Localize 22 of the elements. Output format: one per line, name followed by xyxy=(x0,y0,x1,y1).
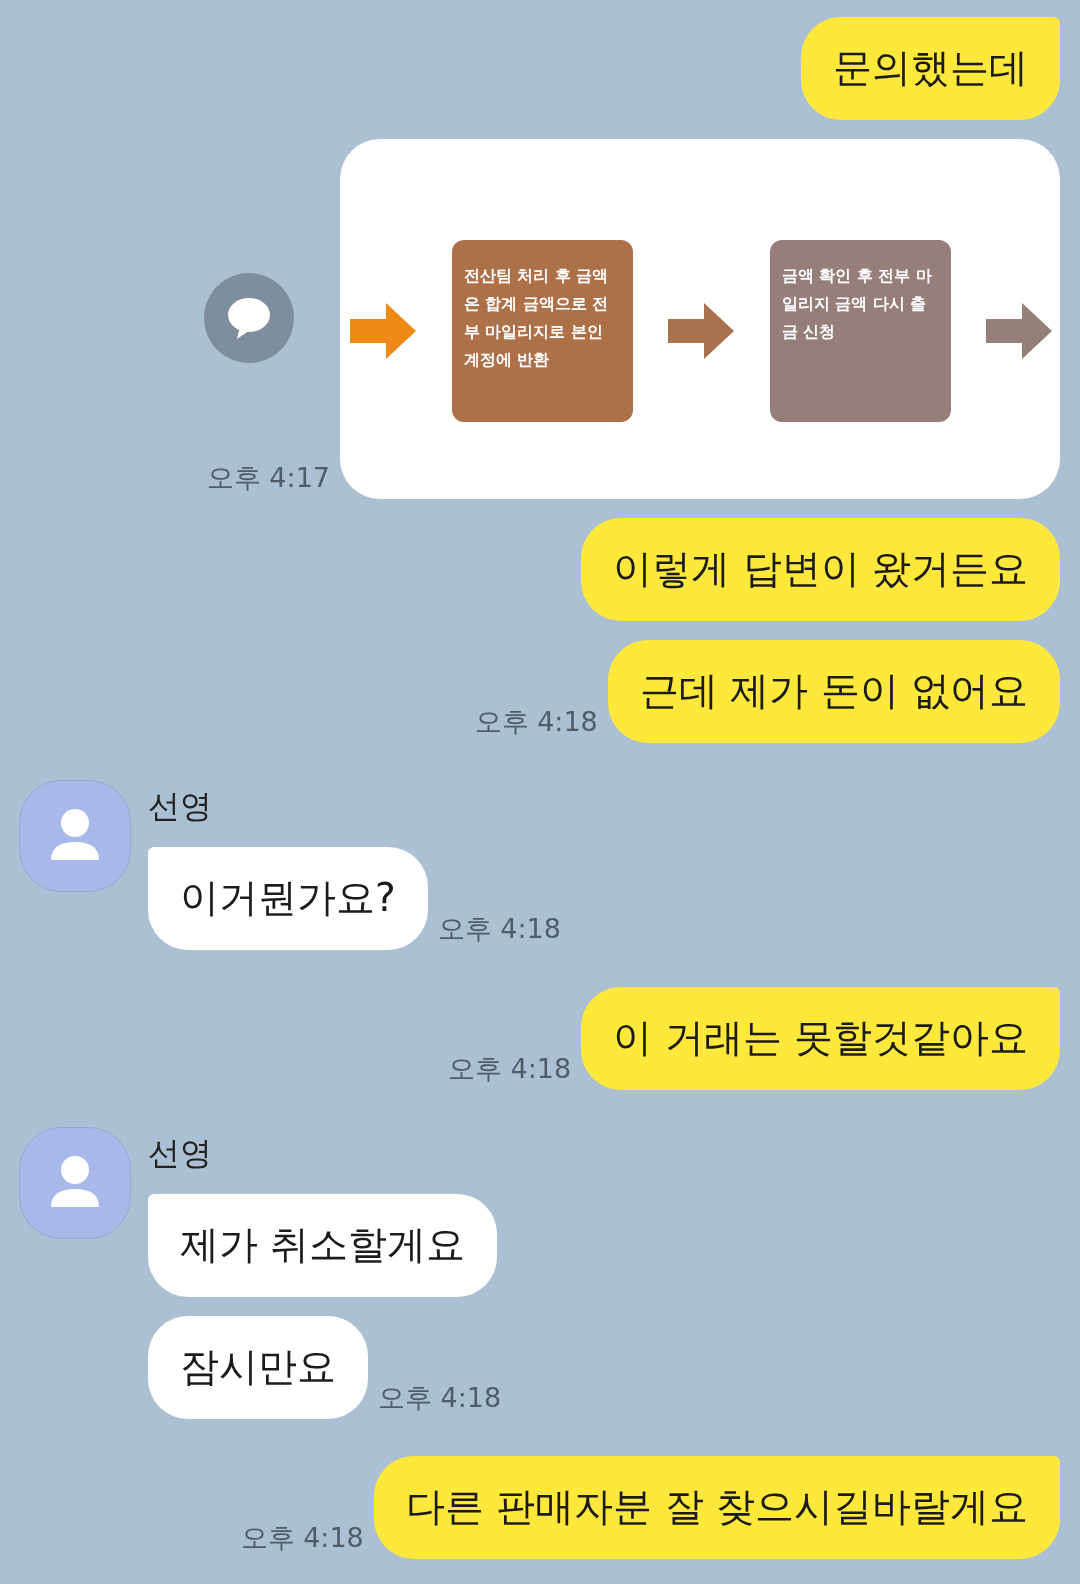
message-bubble: 잠시만요 xyxy=(148,1316,368,1419)
message-time: 오후 4:18 xyxy=(378,1381,502,1415)
message-time: 오후 4:17 xyxy=(206,461,330,495)
step-box: 전산팀 처리 후 금액은 합계 금액으로 전부 마일리지로 본인 계정에 반환 xyxy=(451,240,633,422)
message-time: 오후 4:18 xyxy=(474,705,598,739)
avatar[interactable] xyxy=(19,1127,131,1239)
message-time: 오후 4:18 xyxy=(448,1052,572,1086)
message-bubble: 제가 취소할게요 xyxy=(148,1194,498,1297)
sender-name: 선영 xyxy=(148,786,213,827)
message-bubble: 다른 판매자분 잘 찾으시길바랄게요 xyxy=(373,1456,1060,1559)
message-time: 오후 4:18 xyxy=(437,912,561,946)
avatar[interactable] xyxy=(19,780,131,892)
speech-bubble-button[interactable] xyxy=(204,273,294,363)
step-box: 금액 확인 후 전부 마일리지 금액 다시 출금 신청 xyxy=(769,240,951,422)
message-bubble: 이렇게 답변이 왔거든요 xyxy=(581,518,1060,621)
message-time: 오후 4:18 xyxy=(240,1521,364,1555)
message-bubble: 이 거래는 못할것같아요 xyxy=(581,987,1060,1090)
image-message[interactable]: 전산팀 처리 후 금액은 합계 금액으로 전부 마일리지로 본인 계정에 반환 금액 확인 후 전부 마일리지 금액 다시 출금 신청 xyxy=(340,139,1060,499)
sender-name: 선영 xyxy=(148,1133,213,1174)
message-bubble: 문의했는데 xyxy=(801,17,1060,120)
message-bubble: 이거뭔가요? xyxy=(148,847,428,950)
message-bubble: 근데 제가 돈이 없어요 xyxy=(607,640,1060,743)
